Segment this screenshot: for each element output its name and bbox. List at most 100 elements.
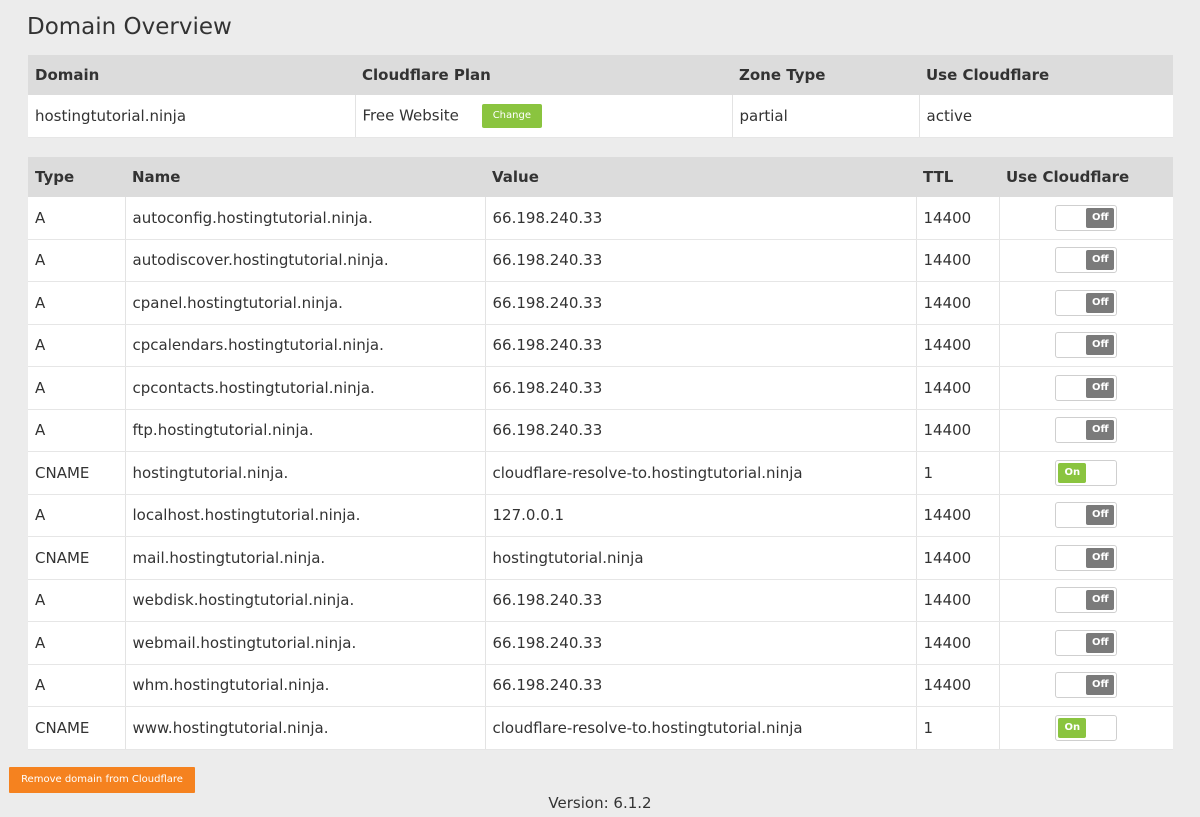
toggle-knob-label: Off bbox=[1086, 250, 1115, 271]
table-row: Awhm.hostingtutorial.ninja. 66.198.240.33… bbox=[28, 664, 1173, 707]
table-row: Aftp.hostingtutorial.ninja. 66.198.240.33… bbox=[28, 409, 1173, 452]
header-ttl: TTL bbox=[916, 157, 999, 197]
cloudflare-toggle[interactable]: On bbox=[1055, 714, 1118, 741]
use-cloudflare-status: active bbox=[919, 95, 1173, 138]
cloudflare-toggle-cell: On bbox=[999, 451, 1173, 495]
record-name: webdisk.hostingtutorial.ninja. bbox=[125, 579, 486, 622]
cloudflare-toggle[interactable]: Off bbox=[1055, 204, 1118, 231]
toggle-knob-label: On bbox=[1058, 717, 1087, 738]
record-ttl: 1 bbox=[916, 706, 1000, 750]
header-cloudflare-plan: Cloudflare Plan bbox=[355, 55, 732, 95]
record-type: A bbox=[28, 197, 126, 240]
cloudflare-toggle[interactable]: On bbox=[1055, 459, 1118, 486]
record-value: 66.198.240.33 bbox=[485, 239, 917, 282]
change-plan-button[interactable]: Change bbox=[481, 104, 542, 128]
cloudflare-toggle-cell: On bbox=[999, 706, 1173, 750]
record-type: A bbox=[28, 664, 126, 707]
header-name: Name bbox=[125, 157, 485, 197]
record-name: ftp.hostingtutorial.ninja. bbox=[125, 409, 486, 452]
table-row: Acpanel.hostingtutorial.ninja. 66.198.240… bbox=[28, 281, 1173, 325]
record-type: A bbox=[28, 281, 126, 325]
record-ttl: 14400 bbox=[916, 536, 1000, 580]
cloudflare-toggle[interactable]: Off bbox=[1055, 417, 1118, 444]
domain-overview-table: Domain Cloudflare Plan Zone Type Use Clo… bbox=[28, 55, 1173, 138]
record-name: autodiscover.hostingtutorial.ninja. bbox=[125, 239, 486, 282]
record-value: 66.198.240.33 bbox=[485, 197, 917, 240]
table-row: Aautodiscover.hostingtutorial.ninja. 66.1… bbox=[28, 239, 1173, 282]
record-type: A bbox=[28, 579, 126, 622]
records-body: Aautoconfig.hostingtutorial.ninja. 66.198… bbox=[28, 197, 1173, 750]
records-header-row: Type Name Value TTL Use Cloudflare bbox=[28, 157, 1173, 197]
header-use-cloudflare: Use Cloudflare bbox=[919, 55, 1173, 95]
plan-name: Free Website bbox=[362, 106, 459, 125]
record-name: autoconfig.hostingtutorial.ninja. bbox=[125, 197, 486, 240]
record-value: 66.198.240.33 bbox=[485, 621, 917, 665]
toggle-knob-label: On bbox=[1058, 462, 1087, 483]
table-row: Acpcalendars.hostingtutorial.ninja. 66.19… bbox=[28, 324, 1173, 367]
header-type: Type bbox=[28, 157, 125, 197]
header-value: Value bbox=[485, 157, 916, 197]
header-zone-type: Zone Type bbox=[732, 55, 919, 95]
toggle-knob-label: Off bbox=[1086, 335, 1115, 356]
cloudflare-toggle-cell: Off bbox=[999, 664, 1173, 707]
cloudflare-toggle-cell: Off bbox=[999, 579, 1173, 622]
record-ttl: 14400 bbox=[916, 409, 1000, 452]
record-ttl: 14400 bbox=[916, 281, 1000, 325]
cloudflare-toggle[interactable]: Off bbox=[1055, 629, 1118, 656]
record-value: 66.198.240.33 bbox=[485, 281, 917, 325]
table-row: CNAME www.hostingtutorial.ninja. cloudflar… bbox=[28, 706, 1173, 750]
cloudflare-toggle-cell: Off bbox=[999, 239, 1173, 282]
record-type: CNAME bbox=[28, 706, 126, 750]
record-type: CNAME bbox=[28, 536, 126, 580]
record-type: A bbox=[28, 324, 126, 367]
cloudflare-toggle[interactable]: Off bbox=[1055, 332, 1118, 359]
record-type: A bbox=[28, 494, 126, 537]
toggle-knob-label: Off bbox=[1086, 207, 1115, 228]
record-ttl: 14400 bbox=[916, 366, 1000, 410]
cloudflare-toggle-cell: Off bbox=[999, 324, 1173, 367]
cloudflare-toggle[interactable]: Off bbox=[1055, 544, 1118, 571]
cloudflare-toggle[interactable]: Off bbox=[1055, 374, 1118, 401]
header-use-cloudflare: Use Cloudflare bbox=[999, 157, 1173, 197]
record-value: 66.198.240.33 bbox=[485, 324, 917, 367]
cloudflare-toggle[interactable]: Off bbox=[1055, 289, 1118, 316]
page-title: Domain Overview bbox=[27, 14, 232, 40]
cloudflare-toggle[interactable]: Off bbox=[1055, 247, 1118, 274]
toggle-knob-label: Off bbox=[1086, 420, 1115, 441]
remove-domain-button[interactable]: Remove domain from Cloudflare bbox=[9, 767, 195, 793]
header-domain: Domain bbox=[28, 55, 355, 95]
cloudflare-toggle[interactable]: Off bbox=[1055, 502, 1118, 529]
table-row: Aautoconfig.hostingtutorial.ninja. 66.198… bbox=[28, 197, 1173, 240]
toggle-knob-label: Off bbox=[1086, 292, 1115, 313]
record-ttl: 14400 bbox=[916, 324, 1000, 367]
overview-header-row: Domain Cloudflare Plan Zone Type Use Clo… bbox=[28, 55, 1173, 95]
record-name: cpcontacts.hostingtutorial.ninja. bbox=[125, 366, 486, 410]
cloudflare-toggle[interactable]: Off bbox=[1055, 672, 1118, 699]
record-type: A bbox=[28, 621, 126, 665]
cloudflare-toggle[interactable]: Off bbox=[1055, 587, 1118, 614]
cloudflare-toggle-cell: Off bbox=[999, 366, 1173, 410]
toggle-knob-label: Off bbox=[1086, 675, 1115, 696]
record-value: 127.0.0.1 bbox=[485, 494, 917, 537]
record-value: 66.198.240.33 bbox=[485, 579, 917, 622]
table-row: CNAME mail.hostingtutorial.ninja. hostingt… bbox=[28, 536, 1173, 580]
cloudflare-toggle-cell: Off bbox=[999, 281, 1173, 325]
dns-records-table: Type Name Value TTL Use Cloudflare Aauto… bbox=[28, 157, 1173, 750]
record-ttl: 14400 bbox=[916, 239, 1000, 282]
toggle-knob-label: Off bbox=[1086, 377, 1115, 398]
record-value: cloudflare-resolve-to.hostingtutorial.ni… bbox=[485, 451, 917, 495]
record-value: hostingtutorial.ninja bbox=[485, 536, 917, 580]
toggle-knob-label: Off bbox=[1086, 547, 1115, 568]
table-row: Awebdisk.hostingtutorial.ninja. 66.198.24… bbox=[28, 579, 1173, 622]
cloudflare-toggle-cell: Off bbox=[999, 621, 1173, 665]
record-value: 66.198.240.33 bbox=[485, 366, 917, 410]
record-ttl: 14400 bbox=[916, 621, 1000, 665]
domain-name: hostingtutorial.ninja bbox=[28, 95, 356, 138]
record-ttl: 1 bbox=[916, 451, 1000, 495]
record-type: A bbox=[28, 366, 126, 410]
record-type: A bbox=[28, 409, 126, 452]
record-name: cpanel.hostingtutorial.ninja. bbox=[125, 281, 486, 325]
record-value: cloudflare-resolve-to.hostingtutorial.ni… bbox=[485, 706, 917, 750]
record-name: localhost.hostingtutorial.ninja. bbox=[125, 494, 486, 537]
record-ttl: 14400 bbox=[916, 664, 1000, 707]
